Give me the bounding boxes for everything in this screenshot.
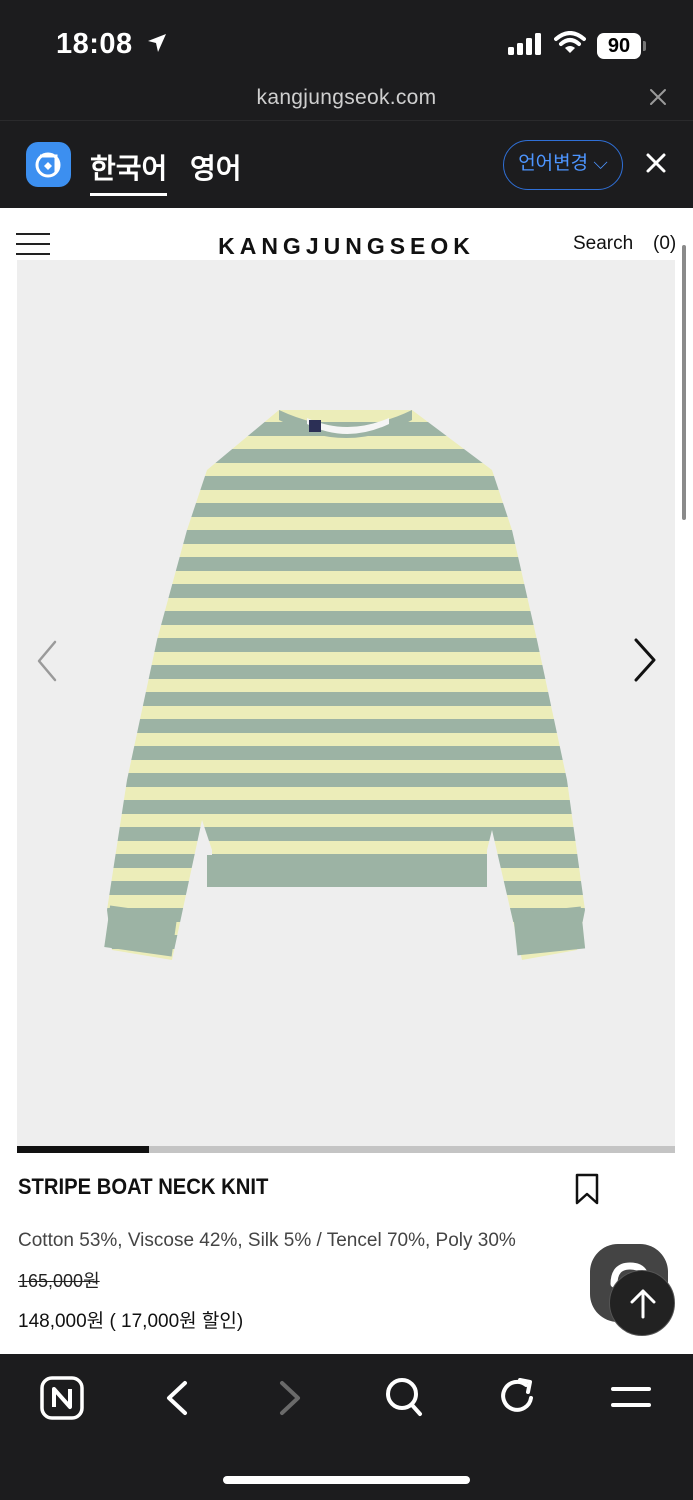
wifi-icon (554, 31, 586, 53)
naver-home-icon[interactable] (40, 1376, 84, 1420)
home-indicator (223, 1476, 470, 1484)
location-arrow-icon (148, 34, 166, 52)
gallery-progress-track (17, 1146, 675, 1153)
close-translate-icon[interactable] (645, 152, 667, 174)
refresh-icon[interactable] (498, 1376, 538, 1418)
translate-bar: 한국어 영어 언어변경 ⌵ (0, 120, 693, 208)
back-icon[interactable] (163, 1380, 189, 1416)
search-link[interactable]: Search (573, 233, 633, 255)
status-time: 18:08 (56, 28, 133, 60)
close-url-icon[interactable] (648, 87, 668, 107)
search-icon[interactable] (384, 1376, 424, 1418)
arrow-up-icon (630, 1289, 656, 1319)
browser-toolbar (0, 1354, 693, 1500)
scroll-to-top-button[interactable] (609, 1270, 675, 1336)
tab-korean[interactable]: 한국어 (90, 147, 168, 196)
url-bar[interactable]: kangjungseok.com (0, 78, 693, 118)
menu-icon-toolbar[interactable] (611, 1386, 651, 1408)
sale-price: 148,000원 ( 17,000원 할인) (18, 1311, 244, 1332)
previous-image-icon[interactable] (37, 640, 57, 682)
bookmark-icon[interactable] (574, 1173, 600, 1205)
product-material: Cotton 53%, Viscose 42%, Silk 5% / Tence… (18, 1230, 516, 1251)
change-language-button[interactable]: 언어변경 ⌵ (503, 140, 623, 190)
status-bar: 18:08 90 (0, 0, 693, 78)
battery-level: 90 (597, 33, 641, 59)
cellular-signal-icon (508, 33, 541, 55)
translate-logo-icon[interactable] (26, 142, 71, 187)
cart-link[interactable]: (0) (653, 233, 676, 255)
forward-icon[interactable] (278, 1380, 304, 1416)
next-image-icon[interactable] (633, 638, 657, 682)
web-page: KANGJUNGSEOK Search (0) STRIPE BOAT NECK… (0, 208, 693, 1354)
gallery-progress-fill (17, 1146, 149, 1153)
sweater-illustration (104, 410, 586, 960)
battery-tip (643, 41, 646, 51)
original-price: 165,000원 (18, 1271, 100, 1291)
product-name: STRIPE BOAT NECK KNIT (18, 1174, 269, 1199)
page-scrollbar[interactable] (682, 245, 686, 520)
product-image[interactable] (17, 260, 675, 1146)
url-text[interactable]: kangjungseok.com (0, 86, 693, 110)
tab-english[interactable]: 영어 (190, 147, 242, 187)
